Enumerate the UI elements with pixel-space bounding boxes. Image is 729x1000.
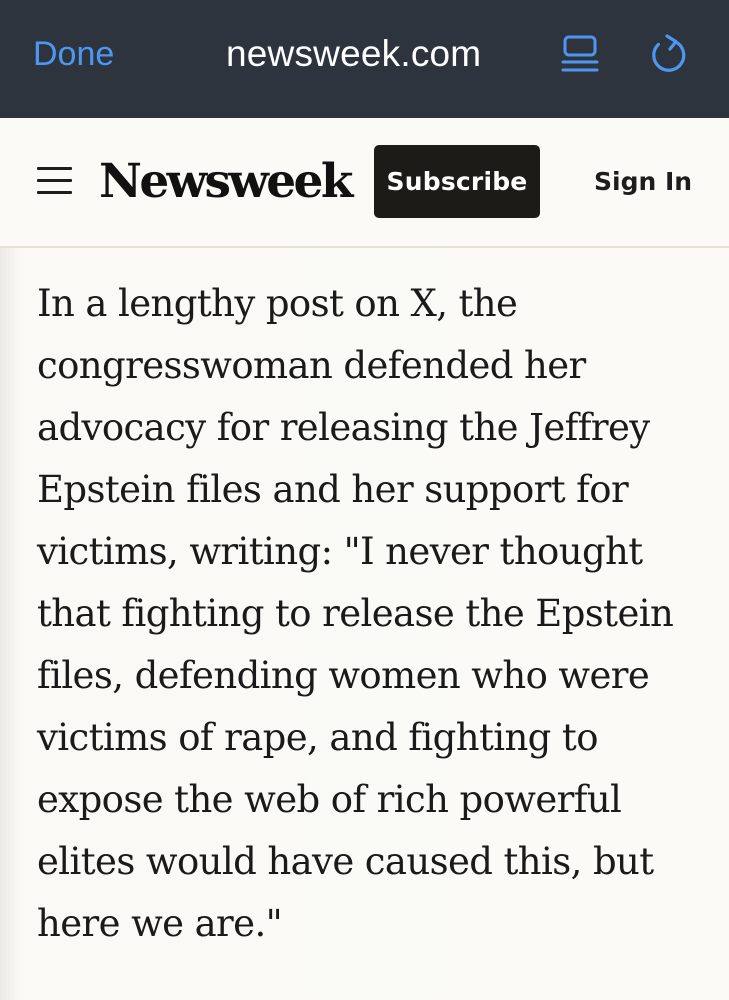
newsweek-logo[interactable]: Newsweek: [99, 151, 353, 213]
done-button[interactable]: Done: [33, 33, 114, 75]
url-label[interactable]: newsweek.com: [226, 31, 481, 77]
article-paragraph: In a lengthy post on X, the congresswoma…: [37, 282, 674, 945]
subscribe-button[interactable]: Subscribe: [374, 145, 540, 218]
reload-icon[interactable]: [648, 33, 690, 77]
reader-mode-icon[interactable]: [560, 33, 600, 77]
article-body: In a lengthy post on X, the congresswoma…: [0, 248, 729, 1000]
browser-toolbar: Done newsweek.com: [0, 0, 729, 118]
sign-in-link[interactable]: Sign In: [594, 165, 692, 199]
site-header: Newsweek Subscribe Sign In: [0, 118, 729, 248]
hamburger-menu-icon[interactable]: [37, 167, 72, 197]
